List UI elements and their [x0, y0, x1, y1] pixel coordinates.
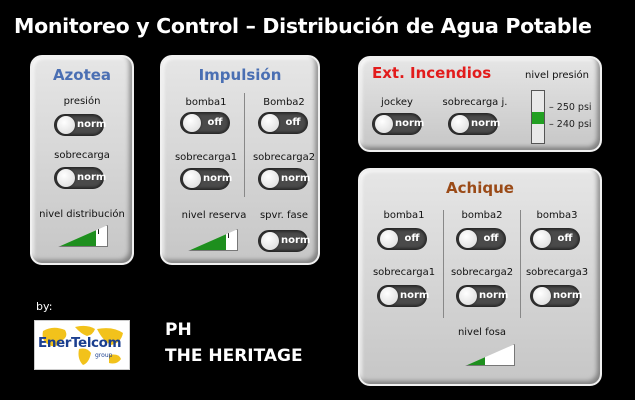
achique-nivel-indicator — [465, 344, 515, 366]
toggle-state: norm — [479, 290, 509, 301]
toggle-state: norm — [281, 235, 311, 246]
incendios-presion-label: nivel presión — [525, 70, 589, 81]
achique-sobrecarga2-label: sobrecarga2 — [450, 267, 514, 278]
impulsion-bomba2-toggle[interactable]: off — [258, 112, 308, 134]
toggle-state: norm — [553, 290, 583, 301]
site-name: THE HERITAGE — [165, 346, 303, 366]
logo-text: EnerTelcom — [38, 335, 122, 351]
toggle-state: norm — [471, 118, 501, 129]
azotea-nivel-label: nivel distribución — [39, 209, 125, 220]
toggle-knob — [451, 115, 469, 133]
toggle-knob — [459, 287, 477, 305]
psi-high-label: – 250 psi — [549, 102, 592, 113]
azotea-sobrecarga-toggle[interactable]: norm — [54, 167, 107, 189]
impulsion-spvr-toggle[interactable]: norm — [258, 230, 311, 252]
achique-bomba3-label: bomba3 — [536, 210, 578, 221]
impulsion-title: Impulsión — [198, 66, 282, 84]
toggle-state: norm — [203, 173, 233, 184]
site-code: PH — [165, 320, 192, 340]
incendios-title: Ext. Incendios — [372, 64, 492, 82]
impulsion-sobrecarga2-toggle[interactable]: norm — [258, 168, 311, 190]
logo-subtext: group — [95, 352, 113, 359]
achique-nivel-label: nivel fosa — [457, 327, 507, 338]
achique-bomba2-toggle[interactable]: off — [456, 228, 506, 250]
toggle-state: off — [404, 233, 420, 244]
impulsion-nivel-indicator — [188, 229, 238, 251]
level-fill — [59, 226, 97, 246]
achique-sobrecarga1-label: sobrecarga1 — [372, 267, 436, 278]
toggle-state: norm — [400, 290, 430, 301]
impulsion-sobrecarga2-label: sobrecarga2 — [252, 152, 316, 163]
toggle-knob — [380, 287, 398, 305]
achique-sobrecarga2-toggle[interactable]: norm — [456, 285, 509, 307]
achique-sobrecarga1-toggle[interactable]: norm — [377, 285, 430, 307]
achique-divider-1 — [443, 210, 444, 318]
azotea-panel: Azotea presión norm sobrecarga norm nive… — [30, 55, 134, 265]
level-tick — [488, 347, 489, 353]
psi-high-value: 250 psi — [556, 102, 592, 113]
toggle-knob — [533, 287, 551, 305]
level-tick — [98, 228, 99, 234]
toggle-knob — [57, 116, 75, 134]
incendios-sobrecarga-label: sobrecarga j. — [442, 97, 508, 108]
by-label: by: — [36, 300, 53, 313]
toggle-state: norm — [77, 119, 107, 130]
toggle-knob — [533, 230, 551, 248]
level-tick — [228, 232, 229, 238]
psi-low-value: 240 psi — [556, 119, 592, 130]
achique-title: Achique — [446, 179, 514, 197]
toggle-knob — [261, 170, 279, 188]
gauge-band — [532, 112, 544, 124]
toggle-state: off — [483, 233, 499, 244]
toggle-state: norm — [281, 173, 311, 184]
incendios-panel: Ext. Incendios nivel presión jockey norm… — [358, 56, 602, 152]
incendios-jockey-toggle[interactable]: norm — [372, 113, 425, 135]
toggle-state: off — [557, 233, 573, 244]
azotea-title: Azotea — [52, 66, 112, 84]
impulsion-bomba1-label: bomba1 — [185, 97, 227, 108]
toggle-knob — [375, 115, 393, 133]
psi-low-label: – 240 psi — [549, 119, 592, 130]
impulsion-nivel-label: nivel reserva — [181, 210, 247, 221]
toggle-knob — [183, 170, 201, 188]
page-title: Monitoreo y Control – Distribución de Ag… — [14, 14, 592, 38]
incendios-sobrecarga-toggle[interactable]: norm — [448, 113, 501, 135]
toggle-state: off — [285, 117, 301, 128]
toggle-knob — [261, 232, 279, 250]
impulsion-sobrecarga1-toggle[interactable]: norm — [180, 168, 233, 190]
azotea-presion-toggle[interactable]: norm — [54, 114, 107, 136]
azotea-presion-label: presión — [63, 96, 101, 107]
impulsion-bomba1-toggle[interactable]: off — [180, 112, 230, 134]
impulsion-sobrecarga1-label: sobrecarga1 — [174, 152, 238, 163]
toggle-state: off — [207, 117, 223, 128]
incendios-presion-gauge — [531, 90, 545, 144]
azotea-sobrecarga-label: sobrecarga — [54, 150, 110, 161]
level-fill — [466, 345, 486, 365]
incendios-jockey-label: jockey — [381, 97, 413, 108]
level-fill — [189, 230, 227, 250]
toggle-knob — [183, 114, 201, 132]
achique-bomba1-toggle[interactable]: off — [377, 228, 427, 250]
achique-bomba2-label: bomba2 — [461, 210, 503, 221]
achique-panel: Achique bomba1 off bomba2 off bomba3 off… — [358, 168, 602, 386]
achique-sobrecarga3-toggle[interactable]: norm — [530, 285, 583, 307]
toggle-knob — [57, 169, 75, 187]
achique-divider-2 — [520, 210, 521, 318]
toggle-knob — [459, 230, 477, 248]
toggle-knob — [380, 230, 398, 248]
impulsion-spvr-label: spvr. fase — [259, 210, 309, 221]
toggle-knob — [261, 114, 279, 132]
azotea-nivel-indicator — [58, 225, 108, 247]
impulsion-panel: Impulsión bomba1 off Bomba2 off sobrecar… — [160, 55, 320, 265]
company-logo: EnerTelcom group — [34, 320, 130, 370]
achique-bomba1-label: bomba1 — [383, 210, 425, 221]
impulsion-divider — [244, 93, 245, 197]
achique-bomba3-toggle[interactable]: off — [530, 228, 580, 250]
achique-sobrecarga3-label: sobrecarga3 — [525, 267, 589, 278]
impulsion-bomba2-label: Bomba2 — [263, 97, 305, 108]
toggle-state: norm — [395, 118, 425, 129]
toggle-state: norm — [77, 172, 107, 183]
